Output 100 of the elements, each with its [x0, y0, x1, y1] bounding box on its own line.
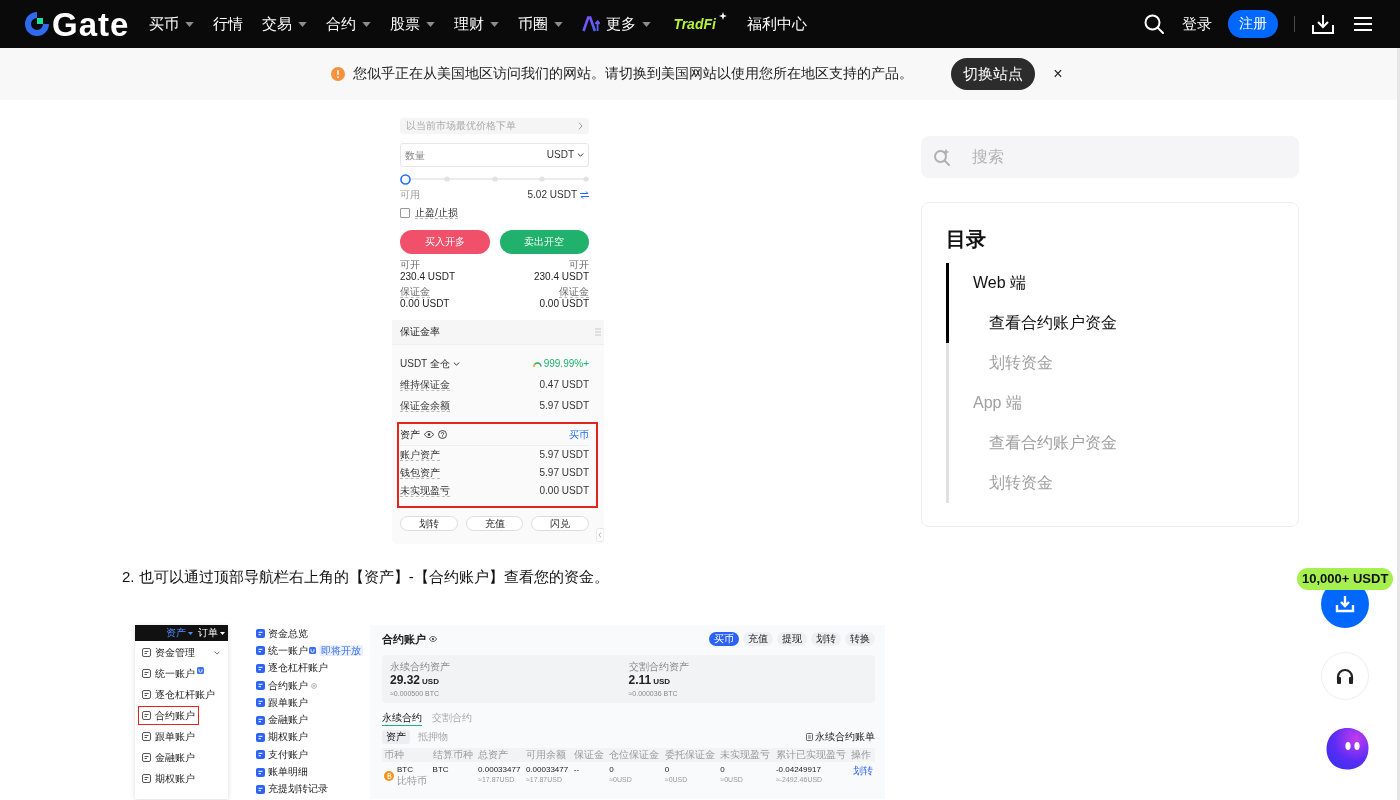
currency-unit: USD [653, 677, 671, 686]
field-label: 保证金余额 [400, 400, 450, 412]
menu-item[interactable]: 统一账户 [138, 664, 208, 683]
page-action-button[interactable]: 提现 [777, 632, 807, 646]
eye-icon[interactable] [429, 636, 437, 642]
account-icon [142, 690, 151, 699]
account-link[interactable]: 资金总览 [256, 627, 308, 640]
account-link[interactable]: 支付账户 [256, 748, 308, 761]
margin-mode-select[interactable]: USDT 全仓 [400, 358, 460, 370]
stat-value: 0.00 USDT [539, 298, 589, 310]
search-input[interactable]: 搜索 [972, 145, 1287, 169]
bill-link[interactable]: 永续合约账单 [806, 731, 875, 743]
page-action-button[interactable]: 转换 [845, 632, 875, 646]
login-link[interactable]: 登录 [1182, 14, 1212, 34]
coin-name: 比特币 [397, 775, 427, 787]
notice-text: 您似乎正在从美国地区访问我们的网站。请切换到美国网站以使用您所在地区支持的产品。 [353, 65, 914, 83]
search-field[interactable]: 搜索 [921, 136, 1299, 178]
account-link[interactable]: 金融账户 [256, 714, 308, 727]
sub-tab[interactable]: 资产 [382, 730, 410, 744]
nav-link[interactable]: TradFi [673, 14, 728, 34]
account-icon [256, 715, 265, 725]
table-cell: -0.04249917 [775, 765, 821, 775]
amount-slider[interactable] [400, 173, 589, 185]
field-value: 0.47 USDT [539, 379, 589, 391]
nav-link[interactable]: 行情 [213, 14, 244, 34]
account-link[interactable]: 充提划转记录 [256, 783, 328, 796]
menu-item[interactable]: 金融账户 [138, 748, 199, 767]
page-action-button[interactable]: 买币 [709, 632, 739, 646]
account-icon [142, 753, 151, 762]
nav-link[interactable]: 福利中心 [746, 14, 807, 34]
account-link[interactable]: 逐仓杠杆账户 [256, 662, 328, 675]
logo-icon [24, 11, 50, 37]
nav-link[interactable]: 理财 [454, 14, 500, 34]
nav-link[interactable]: 更多 [582, 14, 652, 34]
page-action-button[interactable]: 充值 [743, 632, 773, 646]
support-button[interactable] [1321, 652, 1369, 700]
account-icon [256, 750, 265, 760]
stat-value: 230.4 USDT [400, 271, 456, 283]
nav-link[interactable]: 合约 [326, 14, 372, 34]
stat-value: 0.00 USDT [400, 298, 450, 310]
column-header: 保证金 [571, 748, 608, 762]
menu-item[interactable]: 期权账户 [138, 769, 199, 788]
account-link[interactable]: 合约账户 [256, 679, 317, 692]
download-icon[interactable] [1312, 14, 1334, 34]
blob-mascot-icon[interactable] [1326, 727, 1369, 770]
amount-field[interactable]: 数量 USDT [400, 143, 589, 167]
toc-link[interactable]: 查看合约账户资金 [946, 303, 1274, 343]
eye-icon[interactable] [424, 431, 434, 438]
toc-title: 目录 [946, 227, 987, 252]
menu-item[interactable]: 逐仓杠杆账户 [138, 685, 219, 704]
action-button[interactable]: 充值 [465, 516, 524, 531]
account-icon [142, 648, 151, 657]
asset-label: 交割合约资产 [628, 661, 690, 673]
reward-tooltip: 10,000+ USDT [1297, 568, 1394, 590]
tpsl-checkbox[interactable] [400, 208, 410, 218]
column-header: 累计已实现盈亏 [773, 748, 850, 762]
tab[interactable]: 永续合约 [382, 711, 422, 726]
menu-icon[interactable] [1354, 16, 1372, 32]
column-header: 币种 [382, 748, 431, 762]
switch-site-button[interactable]: 切换站点 [951, 58, 1036, 90]
account-link[interactable]: 统一账户 [256, 644, 316, 657]
nav-link[interactable]: 股票 [390, 14, 436, 34]
transfer-link[interactable]: 划转 [853, 765, 873, 777]
slider-thumb[interactable] [400, 173, 411, 185]
swap-icon[interactable] [580, 191, 589, 199]
account-icon [256, 629, 265, 639]
section-title: 保证金率 [400, 326, 440, 338]
asset-amount: 2.11 [628, 673, 652, 687]
nav-link[interactable]: 买币 [149, 14, 195, 34]
toc-link[interactable]: Web 端 [946, 263, 1274, 303]
coin-icon [384, 771, 394, 781]
stat-label: 可开 [400, 259, 420, 271]
menu-item[interactable]: 资金管理 [138, 643, 224, 662]
menu-item[interactable]: 跟单账户 [138, 727, 199, 746]
stat-label: 保证金 [400, 286, 430, 298]
account-link[interactable]: 期权账户 [256, 731, 308, 744]
menu-item[interactable]: 合约账户 [138, 706, 199, 725]
logo-link[interactable]: Gate [24, 7, 130, 41]
buy-crypto-link[interactable]: 买币 [569, 428, 589, 441]
nav-link[interactable]: 交易 [262, 14, 308, 34]
slider-step-icon [444, 176, 451, 182]
nav-link[interactable]: 币圈 [518, 14, 564, 34]
asset-amount: 29.32 [390, 673, 421, 687]
header-menu-link[interactable]: 资产 [166, 627, 193, 639]
page-action-button[interactable]: 划转 [811, 632, 841, 646]
header-menu-link[interactable]: 订单 [198, 627, 225, 639]
close-button[interactable]: × [1053, 65, 1063, 83]
account-link[interactable]: 跟单账户 [256, 696, 308, 709]
account-link[interactable]: 账单明细 [256, 766, 308, 778]
search-icon[interactable] [1144, 14, 1164, 34]
action-button[interactable]: 闪兑 [531, 516, 589, 531]
action-button[interactable]: 划转 [400, 516, 458, 531]
help-icon[interactable] [438, 430, 447, 439]
field-value: 0.00 USDT [539, 485, 589, 497]
stat-label: 可开 [569, 259, 589, 271]
register-button[interactable]: 注册 [1228, 10, 1278, 38]
unit-select[interactable]: USDT [546, 149, 584, 161]
page-title: 合约账户 [382, 633, 426, 645]
account-icon [256, 784, 265, 794]
instruction-text: 2. 也可以通过顶部导航栏右上角的【资产】-【合约账户】查看您的资金。 [122, 567, 610, 587]
